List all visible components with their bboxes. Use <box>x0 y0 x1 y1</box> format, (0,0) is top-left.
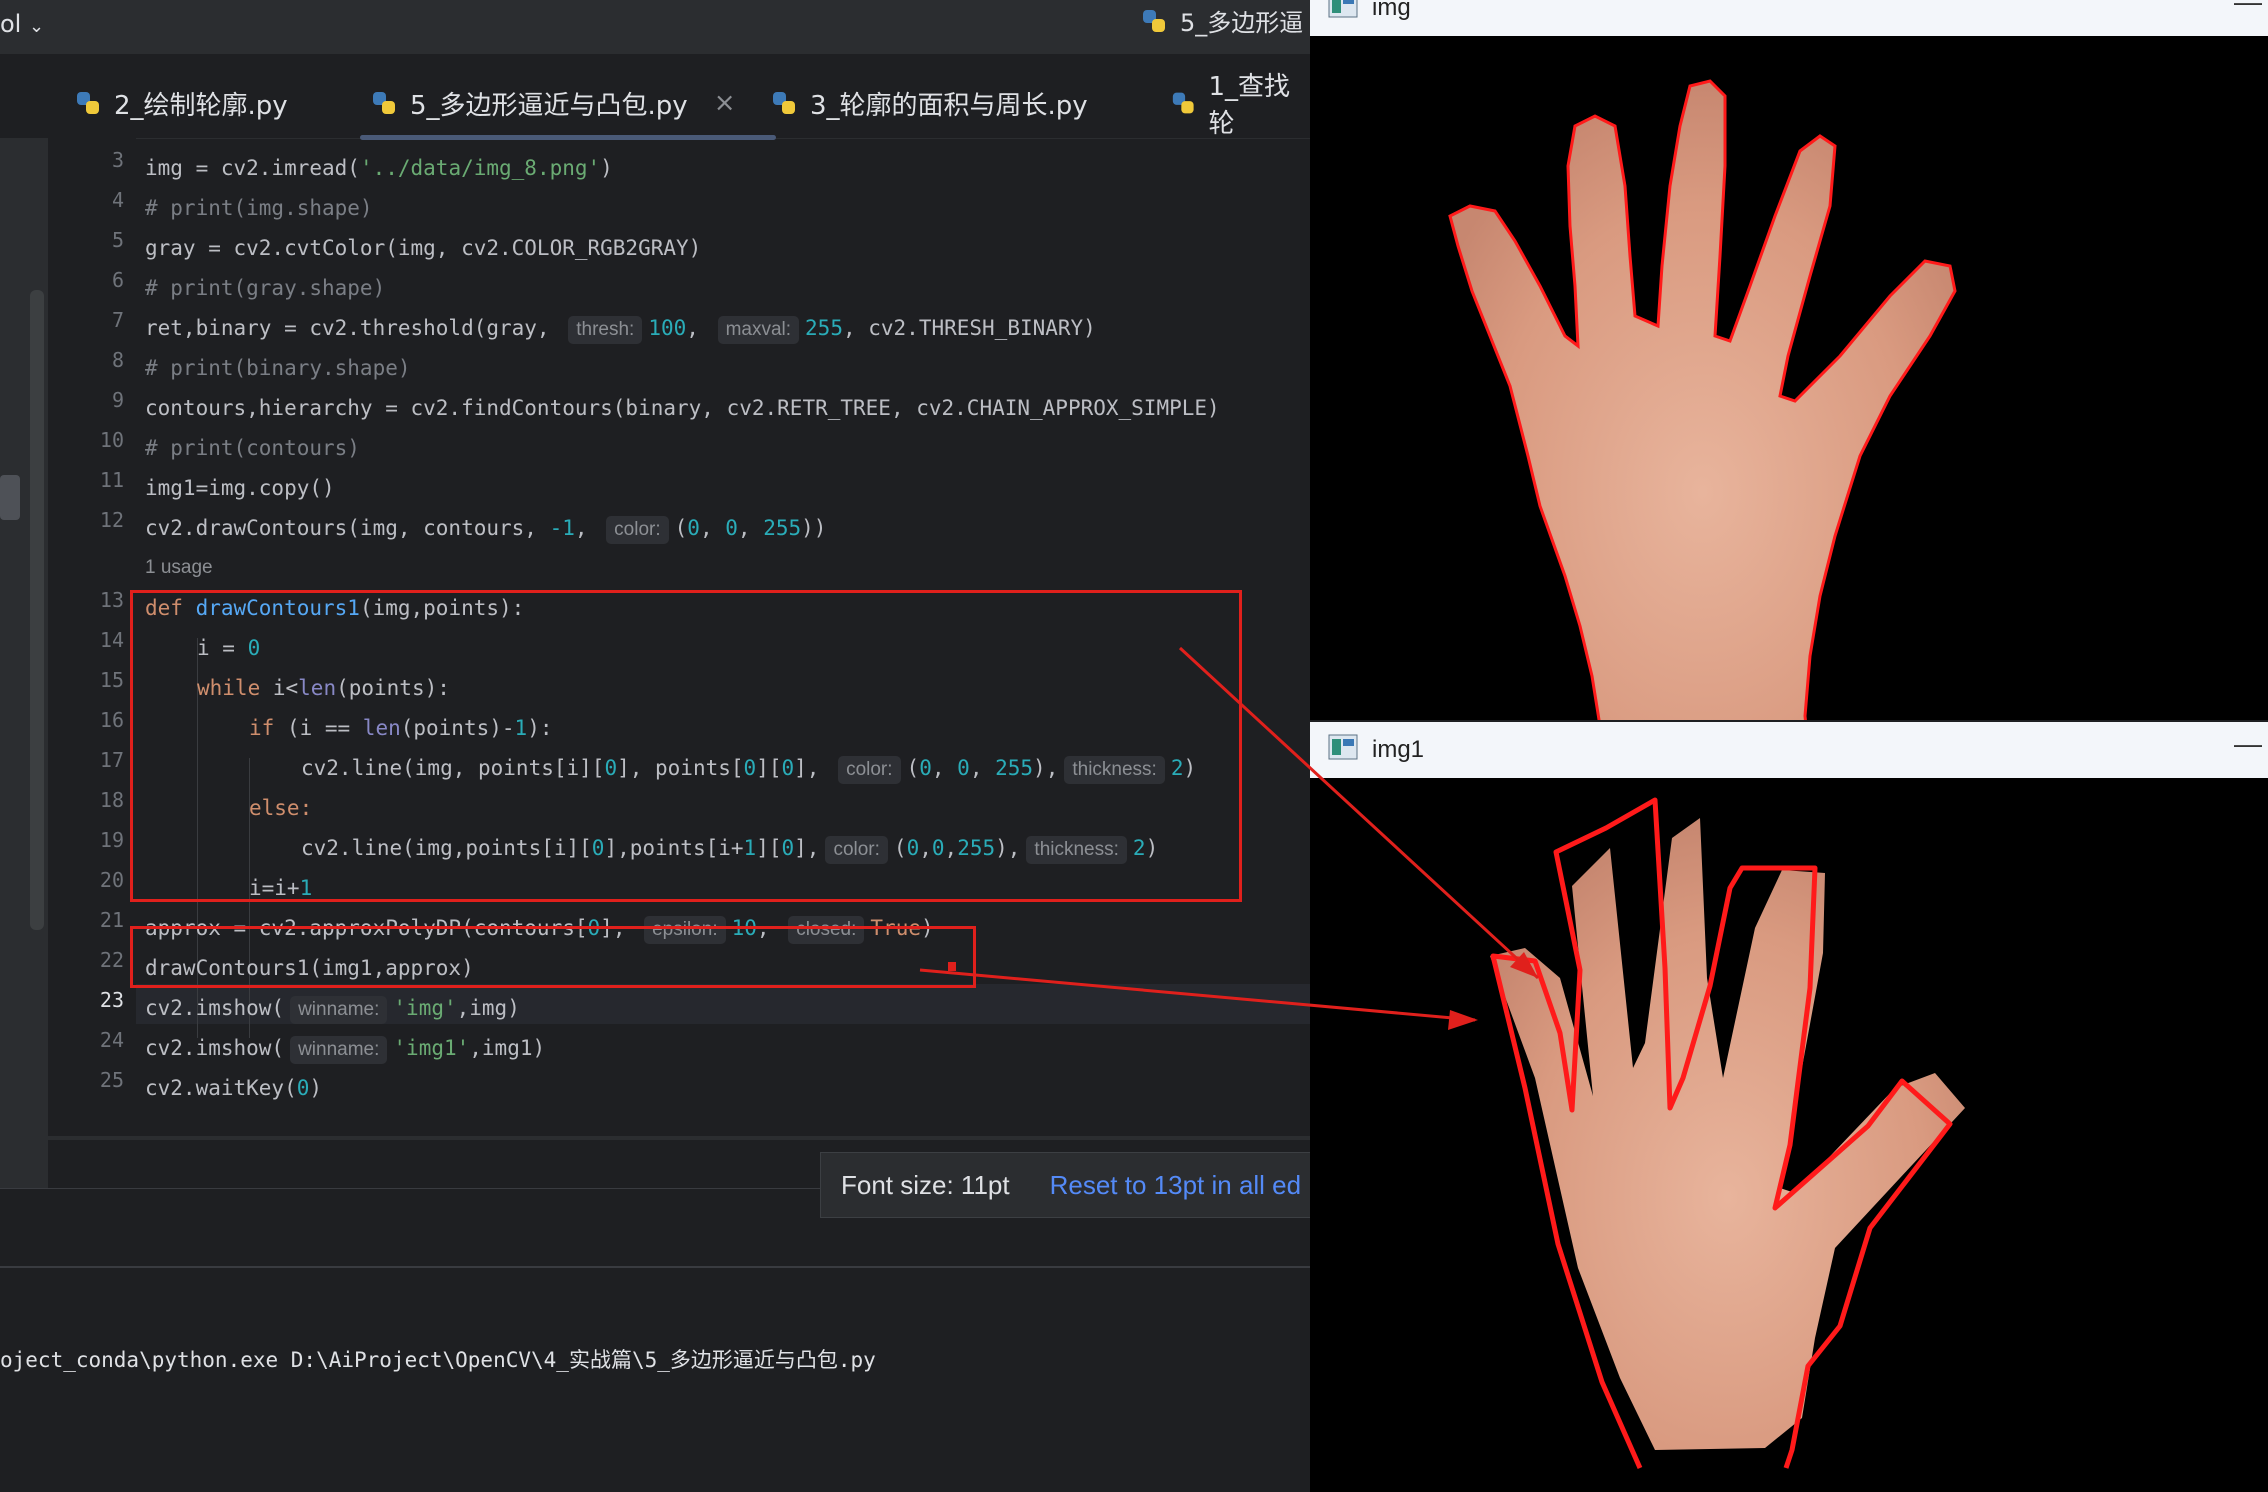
tab-2-draw-contours[interactable]: 2_绘制轮廓.py <box>74 78 288 128</box>
param-hint-winname: winname: <box>290 1036 388 1064</box>
python-file-icon <box>373 92 395 114</box>
window-title: img <box>1372 0 1411 21</box>
line-number: 5 <box>111 228 124 252</box>
line-number: 21 <box>99 908 124 932</box>
code-line-23: cv2.imshow(winname:'img',img) <box>145 988 520 1028</box>
close-icon[interactable]: × <box>714 88 736 118</box>
line-number: 11 <box>99 468 124 492</box>
tab-label: 2_绘制轮廓.py <box>114 90 288 121</box>
project-name-dropdown[interactable]: ol ⌄ <box>0 10 44 38</box>
annotation-box-function <box>130 590 1242 902</box>
code-line-4: # print(img.shape) <box>145 196 373 220</box>
run-console-command: oject_conda\python.exe D:\AiProject\Open… <box>0 1348 876 1372</box>
line-number: 25 <box>99 1068 124 1092</box>
annotation-box-call <box>130 926 976 988</box>
line-number: 19 <box>99 828 124 852</box>
ide-title-bar: ol ⌄ 5_多边形逼 <box>0 0 1310 54</box>
code-line-6: # print(gray.shape) <box>145 276 386 300</box>
line-number: 24 <box>99 1028 124 1052</box>
window-file-title: 5_多边形逼 <box>1140 3 1303 38</box>
tab-label: 3_轮廓的面积与周长.py <box>810 90 1088 121</box>
line-number: 9 <box>111 388 124 412</box>
code-line-24: cv2.imshow(winname:'img1',img1) <box>145 1028 545 1068</box>
param-hint-maxval: maxval: <box>717 316 800 344</box>
minimize-button[interactable]: — <box>2234 0 2262 18</box>
line-number: 8 <box>111 348 124 372</box>
python-file-icon <box>1143 9 1165 32</box>
param-hint-thresh: thresh: <box>568 316 643 344</box>
line-number: 10 <box>99 428 124 452</box>
usage-hint[interactable]: 1 usage <box>145 548 213 588</box>
code-line-10: # print(contours) <box>145 436 360 460</box>
line-number: 12 <box>99 508 124 532</box>
annotation-dot <box>948 962 956 971</box>
line-number: 4 <box>111 188 124 212</box>
minimize-button[interactable]: — <box>2234 728 2262 760</box>
app-window-icon <box>1328 0 1358 25</box>
reset-font-link[interactable]: Reset to 13pt in all ed <box>1050 1170 1302 1201</box>
code-line-8: # print(binary.shape) <box>145 356 411 380</box>
param-hint-winname: winname: <box>290 996 388 1024</box>
tab-5-polygon-approx[interactable]: 5_多边形逼近与凸包.py × <box>360 78 776 140</box>
hand-image-approx <box>1490 797 1965 1470</box>
code-line-11: img1=img.copy() <box>145 476 335 500</box>
line-number: 18 <box>99 788 124 812</box>
line-number: 20 <box>99 868 124 892</box>
line-number: 7 <box>111 308 124 332</box>
code-line-12: cv2.drawContours(img, contours, -1, colo… <box>145 508 826 548</box>
param-hint-color: color: <box>606 516 669 544</box>
tab-label: 1_查找轮 <box>1208 72 1290 139</box>
line-number: 6 <box>111 268 124 292</box>
ide-window: ol ⌄ 5_多边形逼 2_绘制轮廓.py 5_多边形逼近与凸包.py × 3_… <box>0 0 1310 1492</box>
line-number: 3 <box>111 148 124 172</box>
editor-tab-bar: 2_绘制轮廓.py 5_多边形逼近与凸包.py × 3_轮廓的面积与周长.py … <box>0 54 1310 140</box>
python-file-icon <box>773 92 795 114</box>
window-file-title-text: 5_多边形逼 <box>1180 9 1304 37</box>
code-line-9: contours,hierarchy = cv2.findContours(bi… <box>145 396 1220 420</box>
tab-label: 5_多边形逼近与凸包.py <box>410 90 688 121</box>
font-size-popup: Font size: 11pt Reset to 13pt in all ed <box>820 1152 1310 1218</box>
opencv-window-img1: img1 — <box>1310 722 2268 1492</box>
app-window-icon <box>1328 734 1358 767</box>
code-line-3: img = cv2.imread('../data/img_8.png') <box>145 156 613 180</box>
python-file-icon <box>1172 92 1194 114</box>
python-file-icon <box>77 92 99 114</box>
line-number: 14 <box>99 628 124 652</box>
line-number: 13 <box>99 588 124 612</box>
font-size-label: Font size: 11pt <box>841 1169 1010 1200</box>
code-line-7: ret,binary = cv2.threshold(gray, thresh:… <box>145 308 1096 348</box>
line-number-current: 23 <box>99 988 124 1012</box>
editor-bottom-border <box>48 1136 1310 1140</box>
line-number: 16 <box>99 708 124 732</box>
line-number: 17 <box>99 748 124 772</box>
window-title-bar[interactable]: img — <box>1310 0 2268 36</box>
project-name: ol <box>0 10 22 38</box>
hand-image-original <box>1448 79 1957 720</box>
panel-divider <box>0 1266 1310 1268</box>
tab-3-area-perimeter[interactable]: 3_轮廓的面积与周长.py <box>770 78 1088 128</box>
tool-window-handle[interactable] <box>0 475 20 520</box>
window-title: img1 <box>1372 736 1425 763</box>
code-line-25: cv2.waitKey(0) <box>145 1076 323 1100</box>
tab-1-find-contours[interactable]: 1_查找轮 <box>1170 72 1310 139</box>
structure-scrollbar[interactable] <box>30 290 44 930</box>
code-line-5: gray = cv2.cvtColor(img, cv2.COLOR_RGB2G… <box>145 236 702 260</box>
opencv-window-img: img — <box>1310 0 2268 720</box>
chevron-down-icon: ⌄ <box>29 16 45 37</box>
line-number-gutter: 3 4 5 6 7 8 9 10 11 12 13 14 15 16 17 18… <box>48 138 136 1138</box>
window-title-bar[interactable]: img1 — <box>1310 722 2268 778</box>
line-number: 15 <box>99 668 124 692</box>
line-number: 22 <box>99 948 124 972</box>
